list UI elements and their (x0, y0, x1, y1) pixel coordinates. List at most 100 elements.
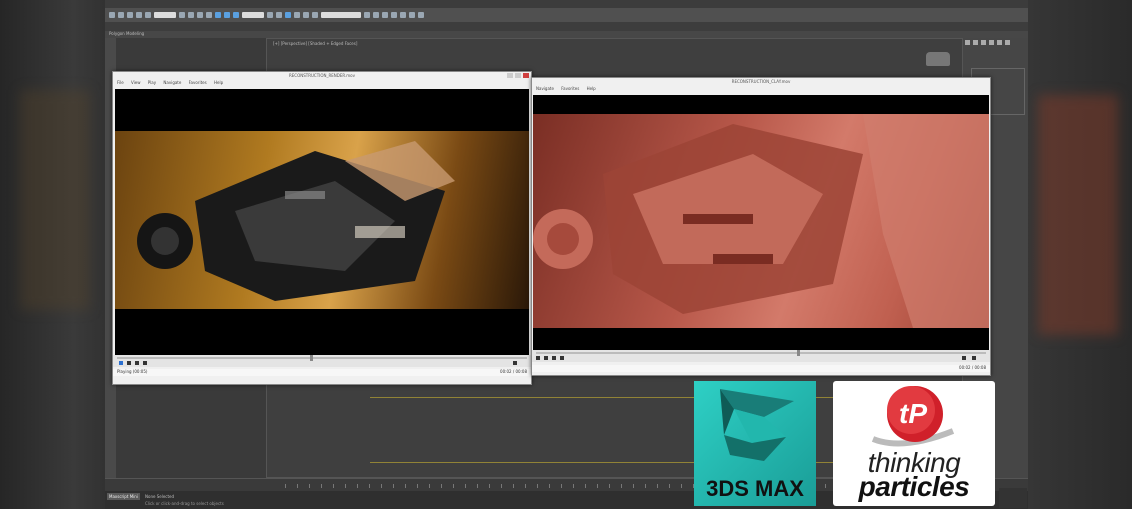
maxscript-listener[interactable]: Maxscript Mini (107, 493, 140, 500)
rotate-icon[interactable] (224, 12, 230, 18)
modify-tab-icon[interactable] (973, 40, 978, 45)
display-tab-icon[interactable] (997, 40, 1002, 45)
utilities-tab-icon[interactable] (1005, 40, 1010, 45)
ribbon-subpanel: Polygon Modeling (105, 31, 1028, 38)
select-icon[interactable] (179, 12, 185, 18)
seek-bar[interactable] (536, 350, 986, 356)
seek-knob[interactable] (797, 350, 800, 356)
redo-icon[interactable] (118, 12, 124, 18)
player-menu-favorites[interactable]: Favorites (189, 80, 207, 85)
link-icon[interactable] (127, 12, 133, 18)
mirror-icon[interactable] (303, 12, 309, 18)
move-icon[interactable] (215, 12, 221, 18)
render-icon[interactable] (418, 12, 424, 18)
video-area-render[interactable] (115, 89, 529, 355)
video-area-clay[interactable] (533, 95, 989, 350)
main-toolbar (105, 8, 1028, 22)
ribbon-tabs: Modeling Freeform Selection Object Paint… (105, 22, 1028, 38)
player-menu-play[interactable]: Play (148, 80, 156, 85)
minimize-icon[interactable] (507, 73, 513, 78)
percent-snap-icon[interactable] (294, 12, 300, 18)
clay-frame-image (533, 114, 989, 328)
angle-snap-icon[interactable] (285, 12, 291, 18)
player-menu-navigate[interactable]: Navigate (536, 86, 554, 91)
fullscreen-icon[interactable] (972, 356, 976, 360)
seek-knob[interactable] (309, 355, 313, 361)
prev-frame-icon[interactable] (135, 361, 139, 365)
player-menu: Navigate Favorites Help (532, 86, 990, 92)
player-menu-help[interactable]: Help (587, 86, 596, 91)
window-crossing-icon[interactable] (206, 12, 212, 18)
player-menu-favorites[interactable]: Favorites (561, 86, 579, 91)
media-player-render: RECONSTRUCTION_RENDER.mov File View Play… (112, 71, 532, 385)
prev-frame-icon[interactable] (552, 356, 556, 360)
volume-icon[interactable] (513, 361, 517, 365)
player-controls (113, 355, 531, 367)
playback-time: 00:02 / 00:08 (500, 369, 527, 374)
play-icon[interactable] (536, 356, 540, 360)
player-status-line: Playing (00:05) 00:02 / 00:08 (113, 369, 531, 376)
next-frame-icon[interactable] (560, 356, 564, 360)
player-controls (532, 350, 990, 362)
viewport-nav-controls[interactable] (999, 488, 1027, 508)
player-title-text: RECONSTRUCTION_RENDER.mov (288, 73, 355, 78)
player-menu: File View Play Navigate Favorites Help (113, 80, 531, 86)
player-title: RECONSTRUCTION_CLAY.mov (532, 78, 990, 86)
scale-icon[interactable] (233, 12, 239, 18)
render-setup-icon[interactable] (400, 12, 406, 18)
playback-time: 00:02 / 00:08 (959, 365, 986, 370)
undo-icon[interactable] (109, 12, 115, 18)
pivot-icon[interactable] (267, 12, 273, 18)
media-player-clay: RECONSTRUCTION_CLAY.mov Navigate Favorit… (531, 77, 991, 376)
play-icon[interactable] (119, 361, 123, 365)
create-tab-icon[interactable] (965, 40, 970, 45)
curve-editor-icon[interactable] (373, 12, 379, 18)
player-menu-view[interactable]: View (131, 80, 141, 85)
stop-icon[interactable] (544, 356, 548, 360)
align-icon[interactable] (312, 12, 318, 18)
rect-select-icon[interactable] (197, 12, 203, 18)
material-editor-icon[interactable] (391, 12, 397, 18)
tp-badge-text: tP (899, 398, 927, 429)
3ds-max-logo-text: 3DS MAX (706, 476, 804, 501)
player-status-line: 00:02 / 00:08 (532, 365, 990, 372)
hierarchy-tab-icon[interactable] (981, 40, 986, 45)
3ds-max-emblem-icon (720, 389, 794, 461)
playback-status: Playing (00:05) (117, 369, 148, 374)
tp-badge-icon: tP (871, 386, 955, 447)
snap-icon[interactable] (276, 12, 282, 18)
player-title-text: RECONSTRUCTION_CLAY.mov (731, 79, 791, 84)
selection-filter-dropdown[interactable] (154, 12, 176, 18)
volume-icon[interactable] (962, 356, 966, 360)
seek-bar[interactable] (117, 355, 527, 361)
stop-icon[interactable] (127, 361, 131, 365)
render-frame-icon[interactable] (409, 12, 415, 18)
right-blurred-margin (1028, 0, 1132, 509)
selection-status: None Selected (145, 494, 175, 499)
reference-coord-dropdown[interactable] (242, 12, 264, 18)
viewport-gizmo-icon[interactable] (926, 52, 950, 66)
next-frame-icon[interactable] (143, 361, 147, 365)
render-frame-image (115, 131, 529, 309)
clay-scene-shapes (533, 114, 989, 328)
left-blurred-margin (0, 0, 105, 509)
schematic-icon[interactable] (382, 12, 388, 18)
viewport-label[interactable]: [+] [Perspective] [Shaded + Edged Faces] (273, 41, 357, 46)
player-title: RECONSTRUCTION_RENDER.mov (113, 72, 531, 80)
close-icon[interactable] (523, 73, 529, 78)
layer-icon[interactable] (364, 12, 370, 18)
prompt-hint: Click or click-and-drag to select object… (145, 501, 224, 506)
player-menu-file[interactable]: File (117, 80, 124, 85)
bind-icon[interactable] (145, 12, 151, 18)
3ds-max-logo: 3DS MAX (694, 381, 816, 506)
render-scene-shapes (137, 141, 455, 301)
motion-tab-icon[interactable] (989, 40, 994, 45)
command-panel-tabs (963, 38, 1028, 48)
player-menu-navigate[interactable]: Navigate (163, 80, 181, 85)
maximize-icon[interactable] (515, 73, 521, 78)
unlink-icon[interactable] (136, 12, 142, 18)
player-menu-help[interactable]: Help (214, 80, 223, 85)
named-selection-field[interactable] (321, 12, 361, 18)
select-by-name-icon[interactable] (188, 12, 194, 18)
particles-text: particles (858, 471, 970, 502)
